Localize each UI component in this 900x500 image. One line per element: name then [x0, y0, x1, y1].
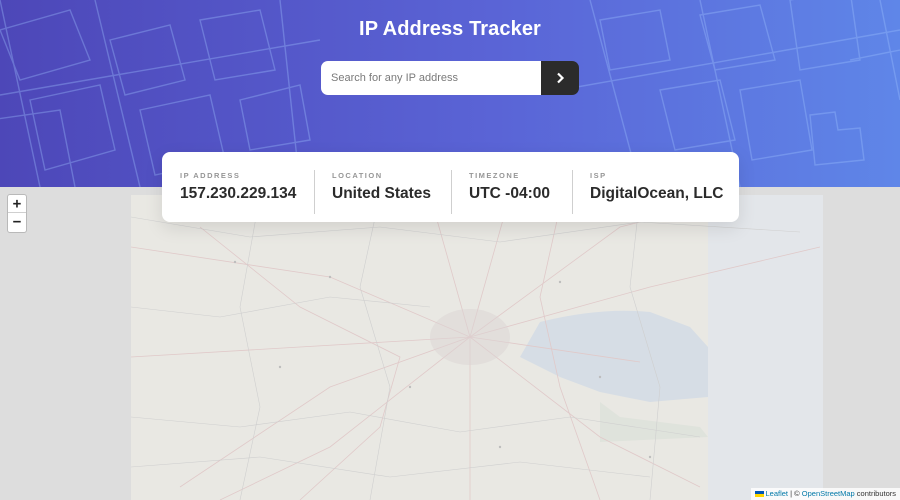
search-input[interactable] — [321, 61, 541, 95]
isp-value: DigitalOcean, LLC — [590, 185, 724, 202]
ip-address-value: 157.230.229.134 — [180, 185, 297, 202]
page-title: IP Address Tracker — [359, 18, 541, 40]
location-label: LOCATION — [332, 171, 383, 180]
chevron-right-icon — [556, 72, 564, 84]
ip-address-label: IP ADDRESS — [180, 171, 241, 180]
map-attribution: Leaflet | © OpenStreetMap contributors — [750, 488, 900, 500]
ip-address-block: IP ADDRESS 157.230.229.134 — [162, 152, 314, 222]
ip-tracker-page: IP Address Tracker Search for any IP add… — [0, 0, 900, 500]
timezone-value: UTC -04:00 — [469, 185, 550, 202]
isp-label: ISP — [590, 171, 607, 180]
map-tiles[interactable] — [0, 187, 900, 500]
zoom-in-button[interactable]: + — [8, 195, 26, 213]
isp-block: ISP DigitalOcean, LLC — [572, 152, 739, 222]
zoom-control: + − — [7, 194, 27, 233]
search-submit-button[interactable] — [541, 61, 579, 95]
map[interactable] — [0, 187, 900, 500]
timezone-label: TIMEZONE — [469, 171, 520, 180]
location-block: LOCATION United States — [314, 152, 451, 222]
timezone-block: TIMEZONE UTC -04:00 — [451, 152, 572, 222]
leaflet-link[interactable]: Leaflet — [766, 489, 789, 498]
attribution-suffix: contributors — [854, 489, 896, 498]
ip-info-card: IP ADDRESS 157.230.229.134 LOCATION Unit… — [162, 152, 739, 222]
ukraine-flag-icon — [754, 491, 764, 497]
search-form — [321, 61, 579, 95]
openstreetmap-link[interactable]: OpenStreetMap — [802, 489, 855, 498]
location-value: United States — [332, 185, 432, 202]
attribution-separator: | © — [788, 489, 802, 498]
zoom-out-button[interactable]: − — [8, 213, 26, 231]
